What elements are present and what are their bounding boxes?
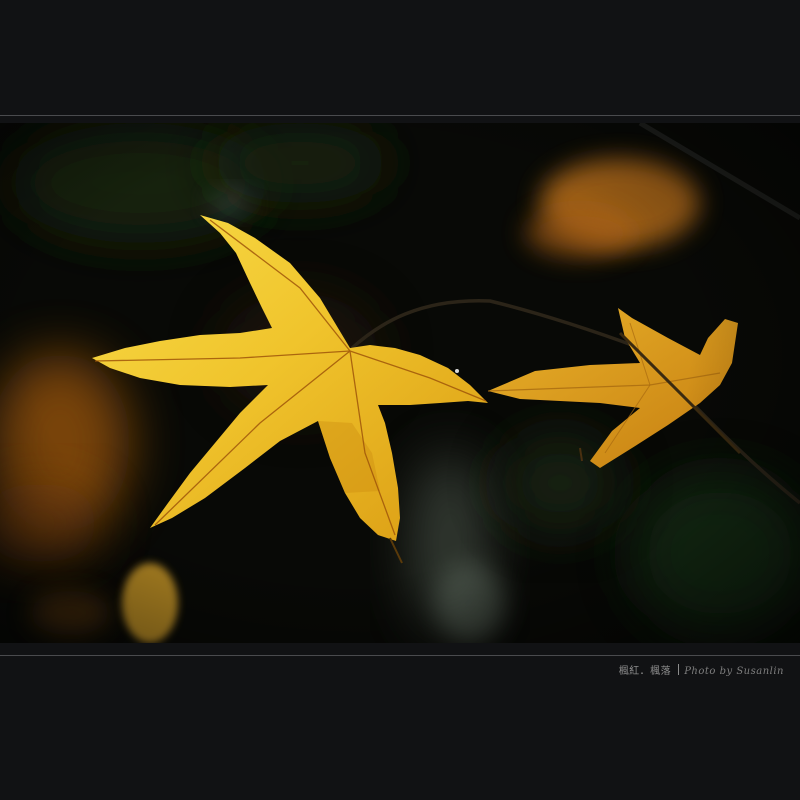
- caption-separator: [678, 664, 680, 675]
- photo-frame: 楓紅．楓落 Photo by Susanlin: [0, 0, 800, 800]
- photo: [0, 123, 800, 643]
- photo-caption: 楓紅．楓落 Photo by Susanlin: [619, 662, 784, 677]
- top-divider: [0, 115, 800, 116]
- leaf-photograph: [0, 123, 800, 643]
- bottom-divider: [0, 655, 800, 656]
- caption-title: 楓紅．楓落: [618, 666, 672, 677]
- photo-credit: Photo by Susanlin: [684, 666, 784, 677]
